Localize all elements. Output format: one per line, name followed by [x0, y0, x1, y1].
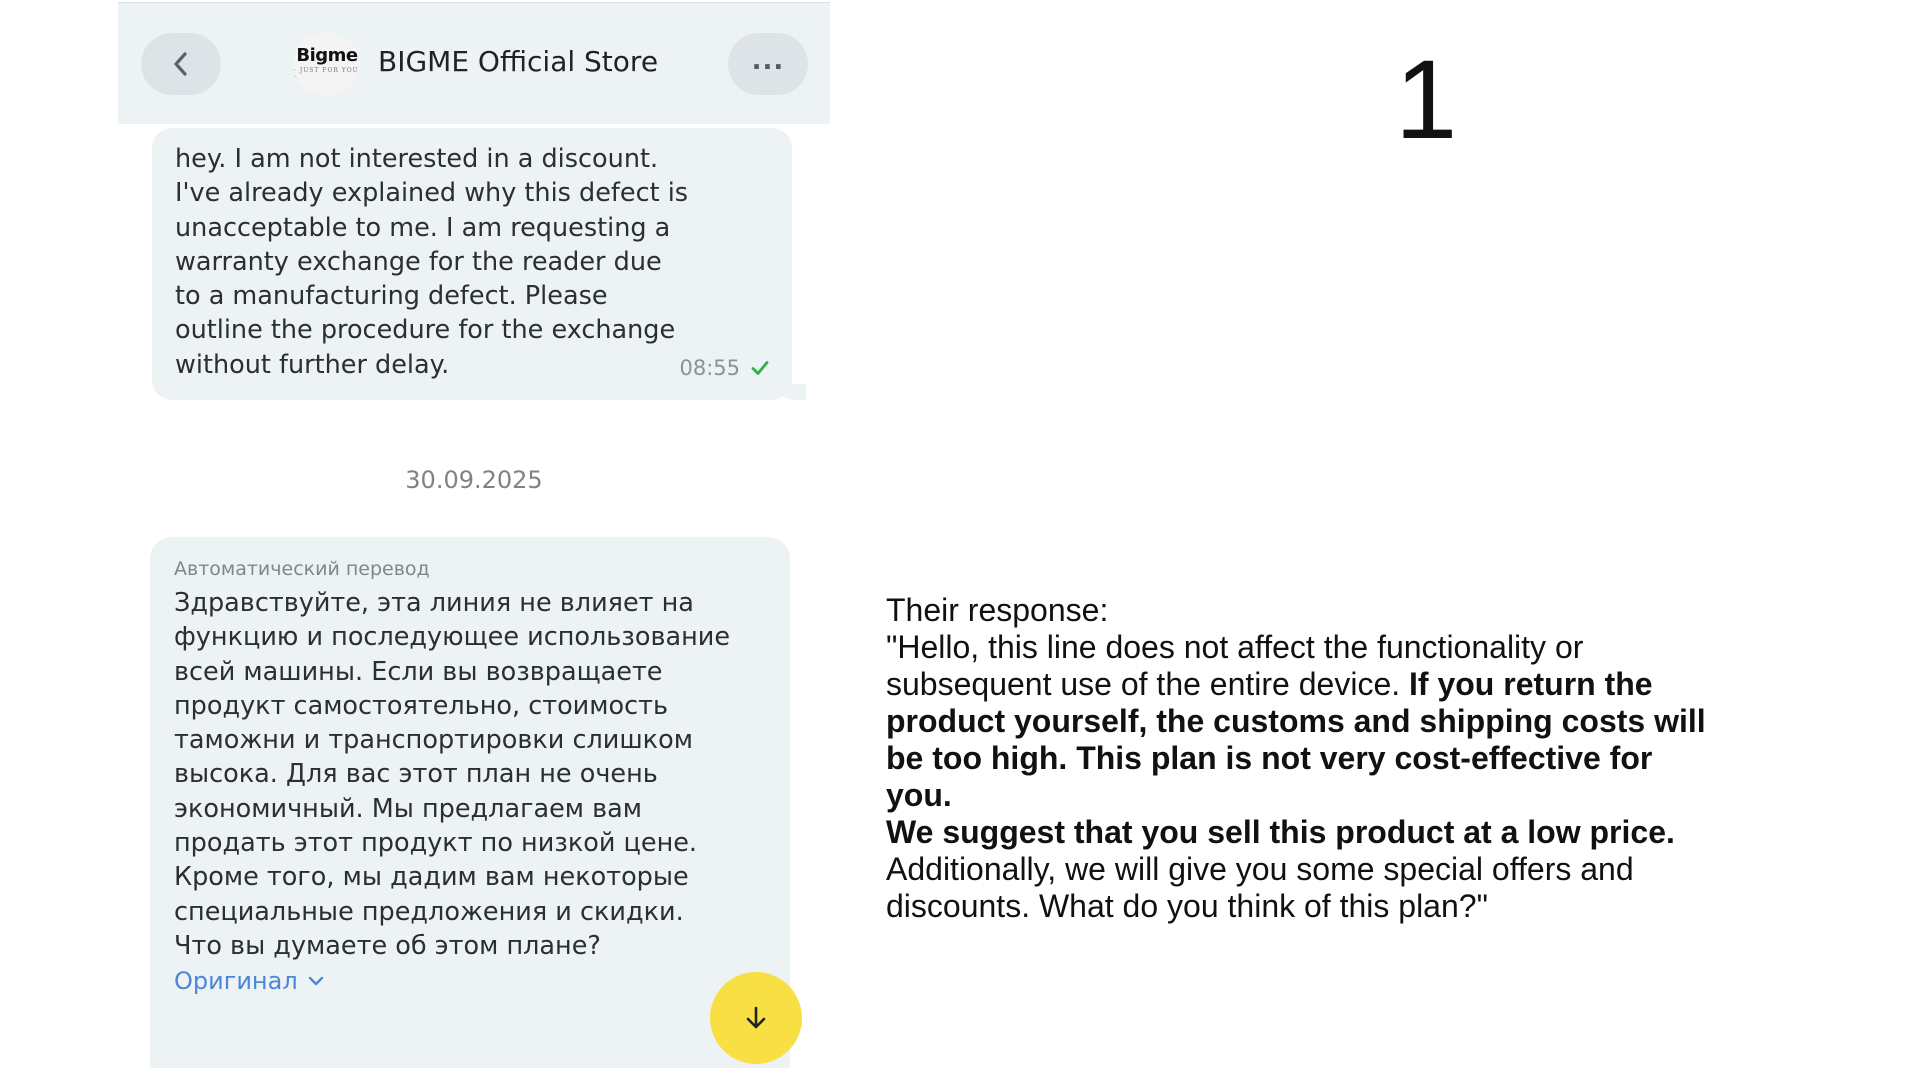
- store-logo-tagline: · JUST FOR YOU ·: [294, 67, 359, 81]
- auto-translate-label: Автоматический перевод: [174, 558, 430, 580]
- date-divider: 30.09.2025: [405, 466, 543, 494]
- response-quote-bold2: We suggest that you sell this product at…: [886, 814, 1675, 850]
- response-quote-part2: Additionally, we will give you some spec…: [886, 851, 1634, 924]
- chat-header: Bigme · JUST FOR YOU · BIGME Official St…: [118, 2, 830, 124]
- back-button[interactable]: [141, 33, 221, 95]
- chevron-down-icon: [308, 977, 323, 986]
- incoming-message-text: Здравствуйте, эта линия не влияет на фун…: [174, 588, 731, 961]
- outgoing-message-bubble[interactable]: hey. I am not interested in a discount. …: [152, 128, 792, 400]
- show-original-link[interactable]: Оригинал: [174, 965, 766, 997]
- checkmark-icon: [751, 361, 769, 375]
- store-name[interactable]: BIGME Official Store: [378, 45, 658, 78]
- store-avatar[interactable]: Bigme · JUST FOR YOU ·: [294, 33, 360, 95]
- store-logo-text: Bigme: [296, 45, 358, 66]
- message-time: 08:55: [679, 356, 740, 380]
- arrow-down-icon: [746, 1006, 766, 1029]
- bubble-tail: [778, 384, 806, 400]
- response-annotation: Their response: "Hello, this line does n…: [886, 592, 1716, 925]
- message-meta: 08:55: [679, 356, 770, 380]
- outgoing-message-text: hey. I am not interested in a discount. …: [175, 144, 689, 380]
- chevron-left-icon: [174, 52, 187, 76]
- screenshot-stage: Bigme · JUST FOR YOU · BIGME Official St…: [0, 0, 1920, 1080]
- more-options-button[interactable]: ...: [728, 33, 808, 95]
- chat-panel: Bigme · JUST FOR YOU · BIGME Official St…: [118, 0, 830, 1068]
- response-heading: Their response:: [886, 592, 1109, 628]
- slide-number: 1: [1395, 37, 1458, 162]
- show-original-label: Оригинал: [174, 967, 298, 996]
- incoming-message-bubble[interactable]: Автоматический перевод Здравствуйте, эта…: [150, 537, 790, 1068]
- scroll-to-bottom-button[interactable]: [710, 972, 802, 1064]
